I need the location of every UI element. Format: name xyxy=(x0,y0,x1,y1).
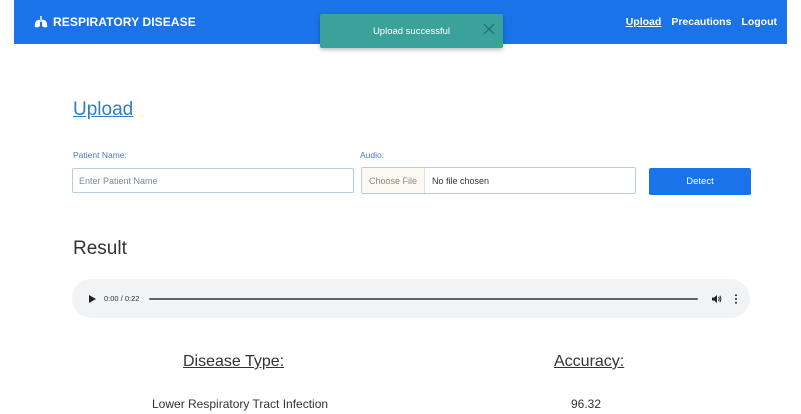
audio-progress-bar[interactable] xyxy=(149,297,698,300)
brand-title: RESPIRATORY DISEASE xyxy=(53,15,196,29)
more-options-icon[interactable] xyxy=(734,293,738,304)
audio-player: 0:00 / 0:22 xyxy=(72,279,750,318)
nav-logout-link[interactable]: Logout xyxy=(741,16,777,28)
nav-links: Upload Precautions Logout xyxy=(626,16,777,28)
audio-time: 0:00 / 0:22 xyxy=(104,294,140,303)
toast-notification: Upload successful xyxy=(320,14,503,48)
detect-button[interactable]: Detect xyxy=(649,168,751,195)
volume-icon[interactable] xyxy=(712,294,722,304)
upload-title: Upload xyxy=(73,99,134,120)
lungs-icon xyxy=(34,16,48,28)
disease-type-value: Lower Respiratory Tract Infection xyxy=(152,397,329,411)
choose-file-button[interactable]: Choose File xyxy=(362,168,426,193)
patient-name-input[interactable] xyxy=(72,168,354,193)
accuracy-value: 96.32 xyxy=(571,397,602,411)
disease-type-header: Disease Type: xyxy=(183,353,285,370)
audio-label: Audio: xyxy=(360,150,385,160)
patient-name-label: Patient Name: xyxy=(73,150,127,160)
close-icon[interactable] xyxy=(482,22,496,36)
accuracy-header: Accuracy: xyxy=(554,353,625,370)
file-status-text: No file chosen xyxy=(432,175,490,186)
audio-file-input[interactable]: Choose File No file chosen xyxy=(361,167,636,194)
brand[interactable]: RESPIRATORY DISEASE xyxy=(34,15,196,29)
nav-upload-link[interactable]: Upload xyxy=(626,16,662,28)
toast-message: Upload successful xyxy=(372,25,451,37)
nav-precautions-link[interactable]: Precautions xyxy=(671,16,731,28)
result-title: Result xyxy=(73,238,127,259)
play-icon[interactable] xyxy=(88,294,96,303)
